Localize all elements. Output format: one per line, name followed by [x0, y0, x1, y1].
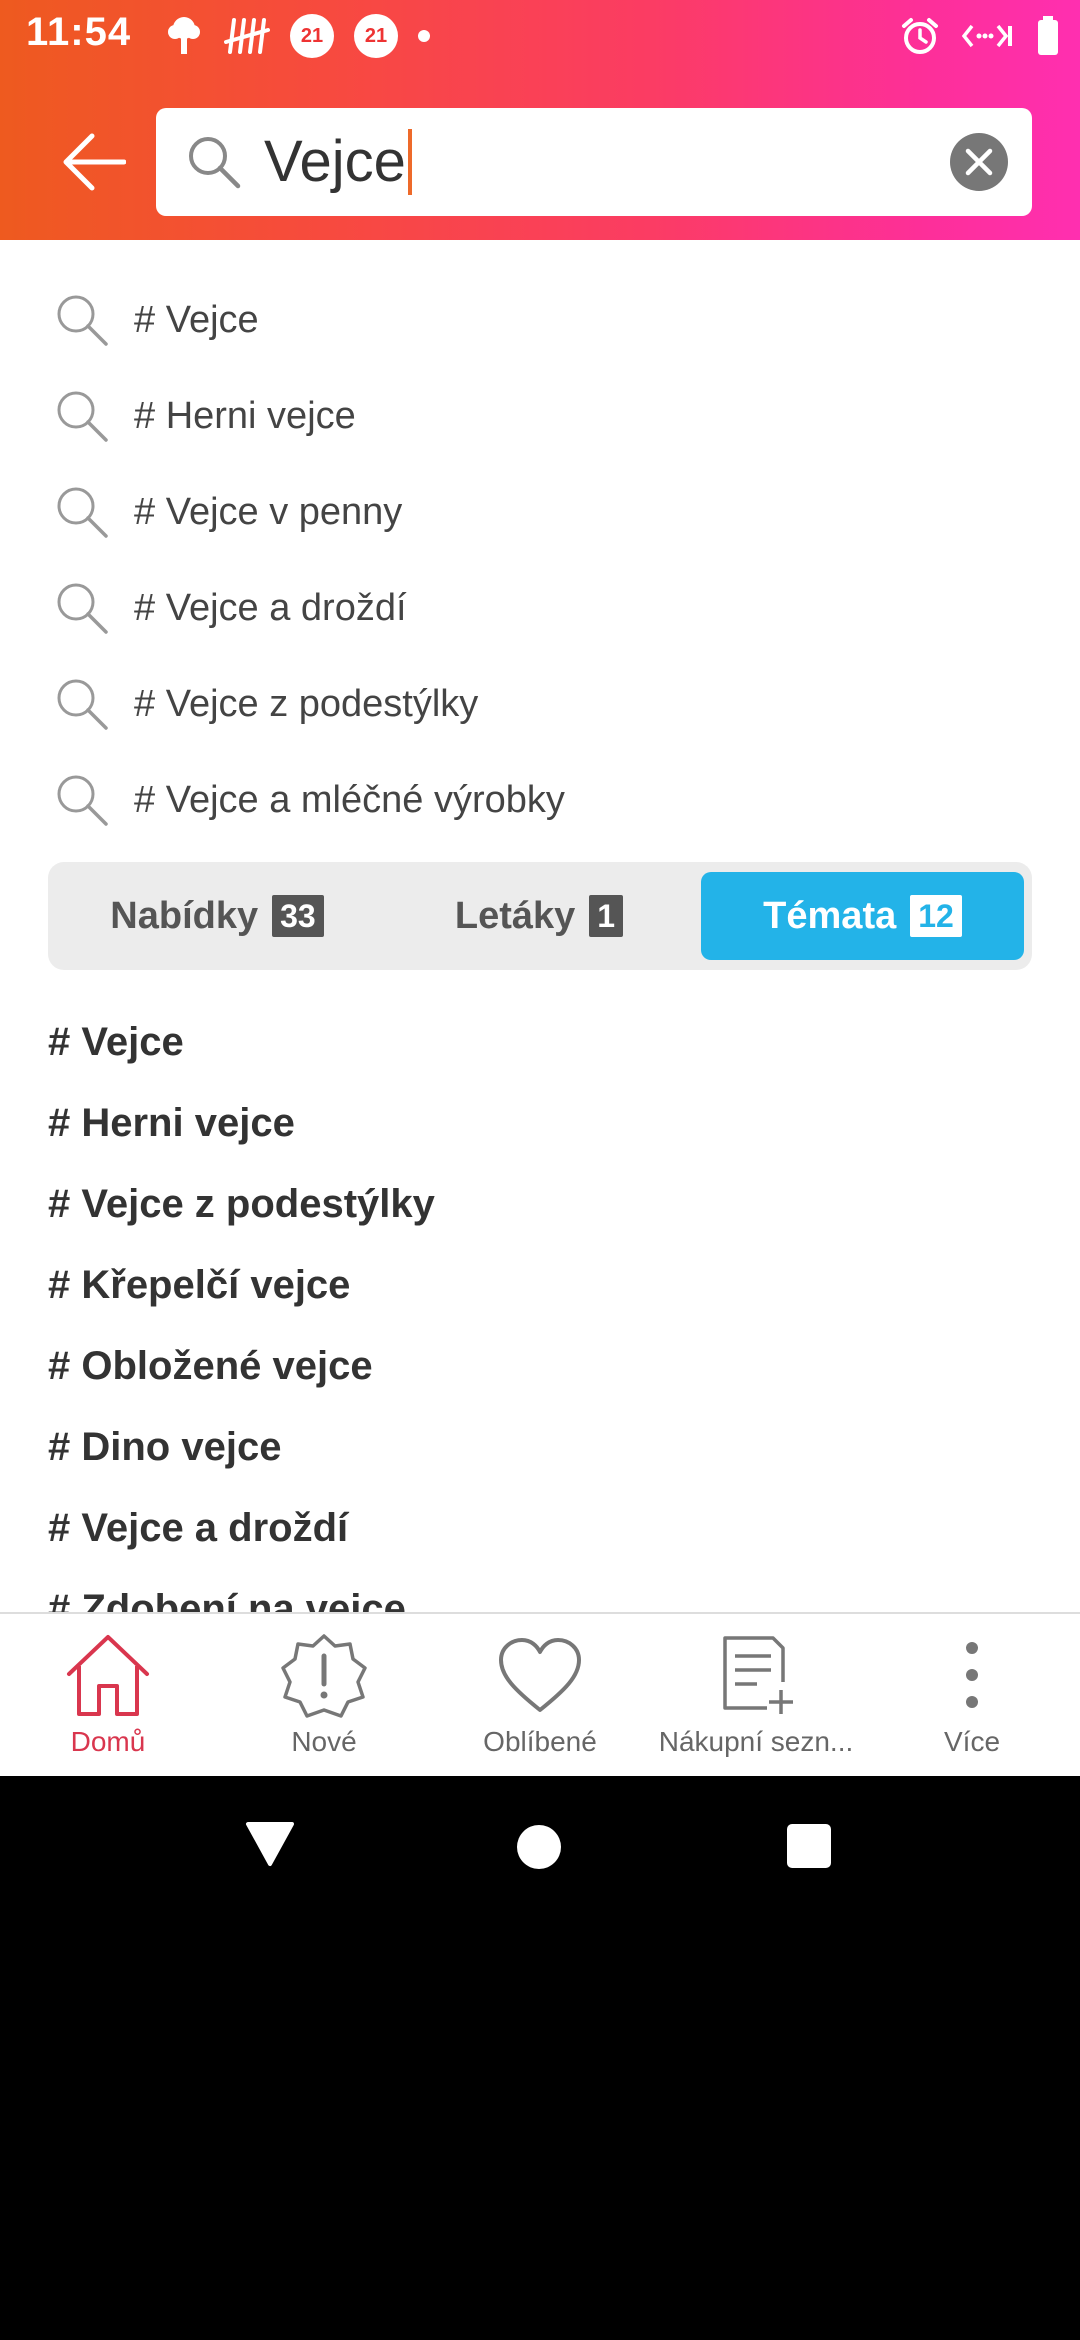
result-type-tabs: Nabídky 33 Letáky 1 Témata 12: [48, 862, 1032, 970]
arrow-left-icon: [63, 133, 126, 191]
nav-label: Oblíbené: [483, 1726, 597, 1757]
status-time: 11:54: [26, 10, 132, 54]
suggestion-label: # Vejce a droždí: [134, 586, 407, 629]
header: 11:54 21 21 Vejce: [0, 0, 1080, 240]
battery-icon: [1038, 16, 1058, 55]
tab-nabidky[interactable]: Nabídky 33: [56, 872, 378, 960]
system-back-icon[interactable]: [244, 1820, 296, 1868]
suggestion-item[interactable]: # Vejce a droždí: [0, 560, 1080, 656]
system-home-icon[interactable]: [516, 1824, 562, 1870]
nav-label: Nákupní sezn...: [658, 1726, 854, 1757]
close-icon: [965, 148, 993, 176]
tab-label: Témata: [763, 894, 897, 937]
suggestion-item[interactable]: # Vejce a mléčné výrobky: [0, 752, 1080, 848]
tab-letaky[interactable]: Letáky 1: [378, 872, 700, 960]
status-right-icons: [900, 14, 1060, 58]
nav-favorites[interactable]: Oblíbené: [432, 1614, 648, 1776]
suggestion-item[interactable]: # Vejce z podestýlky: [0, 656, 1080, 752]
app-screen: 11:54 21 21 Vejce # Vejce # Herni vejce …: [0, 0, 1080, 1776]
search-icon: [57, 775, 108, 826]
tab-count-badge: 33: [272, 895, 324, 937]
search-box[interactable]: Vejce: [156, 108, 1032, 216]
nav-label: Domů: [70, 1726, 146, 1757]
tally-icon: [224, 18, 270, 54]
nav-new[interactable]: Nové: [216, 1614, 432, 1776]
topic-item[interactable]: # Obložené vejce: [0, 1326, 1080, 1407]
back-button[interactable]: [56, 128, 132, 196]
tab-label: Letáky: [454, 894, 576, 937]
topic-item[interactable]: # Vejce z podestýlky: [0, 1164, 1080, 1245]
search-query-text: Vejce: [264, 129, 406, 194]
nav-label: Nové: [291, 1726, 357, 1757]
suggestion-label: # Vejce z podestýlky: [134, 682, 479, 725]
search-icon: [57, 583, 108, 634]
topic-list: # Vejce # Herni vejce # Vejce z podestýl…: [0, 1002, 1080, 1650]
data-signal-icon: [962, 24, 1012, 48]
search-suggestions: # Vejce # Herni vejce # Vejce v penny # …: [0, 272, 1080, 848]
alert-badge-icon: [276, 1630, 372, 1720]
list-add-icon: [708, 1630, 804, 1720]
tab-label: Nabídky: [110, 894, 259, 937]
topic-item[interactable]: # Křepelčí vejce: [0, 1245, 1080, 1326]
search-icon: [57, 391, 108, 442]
nav-more[interactable]: Více: [864, 1614, 1080, 1776]
suggestion-item[interactable]: # Herni vejce: [0, 368, 1080, 464]
tab-count-badge: 12: [910, 895, 962, 937]
app-badge-icon: 21: [354, 14, 398, 58]
system-navigation-bar: [0, 1776, 1080, 1916]
topic-item[interactable]: # Vejce: [0, 1002, 1080, 1083]
bottom-navigation: Domů Nové Oblíbené Nákupní sezn... Více: [0, 1612, 1080, 1776]
suggestion-label: # Herni vejce: [134, 394, 356, 437]
suggestion-item[interactable]: # Vejce v penny: [0, 464, 1080, 560]
search-input[interactable]: Vejce: [264, 128, 412, 196]
topic-item[interactable]: # Vejce a droždí: [0, 1488, 1080, 1569]
status-bar: 11:54 21 21: [0, 0, 1080, 72]
suggestion-label: # Vejce a mléčné výrobky: [134, 778, 565, 821]
tab-count-badge: 1: [589, 895, 624, 937]
search-icon: [57, 295, 108, 346]
text-caret: [407, 129, 412, 195]
nav-shopping-list[interactable]: Nákupní sezn...: [648, 1614, 864, 1776]
search-icon: [186, 134, 242, 190]
alarm-icon: [902, 18, 938, 54]
home-icon: [60, 1630, 156, 1720]
search-icon: [57, 487, 108, 538]
nav-label: Více: [943, 1726, 1001, 1757]
heart-icon: [492, 1630, 588, 1720]
suggestion-item[interactable]: # Vejce: [0, 272, 1080, 368]
search-icon: [57, 679, 108, 730]
system-recents-icon[interactable]: [787, 1824, 831, 1868]
more-vertical-icon: [924, 1630, 1020, 1720]
suggestion-label: # Vejce v penny: [134, 490, 403, 533]
more-notifications-dot: [418, 30, 430, 42]
clear-search-button[interactable]: [950, 133, 1008, 191]
app-badge-icon: 21: [290, 14, 334, 58]
suggestion-label: # Vejce: [134, 298, 259, 341]
nav-home[interactable]: Domů: [0, 1614, 216, 1776]
topic-item[interactable]: # Dino vejce: [0, 1407, 1080, 1488]
topic-item[interactable]: # Herni vejce: [0, 1083, 1080, 1164]
tab-temata[interactable]: Témata 12: [701, 872, 1024, 960]
tree-icon: [168, 17, 200, 54]
notification-icons: 21 21: [164, 14, 430, 58]
